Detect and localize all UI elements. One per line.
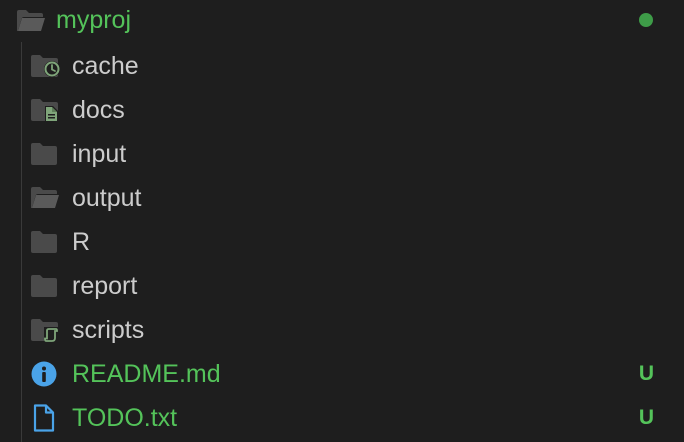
folder-open-icon: [16, 8, 46, 34]
folder-clock-icon: [30, 53, 60, 79]
folder-docs-icon: [30, 97, 60, 123]
tree-item-label: output: [72, 184, 142, 212]
tree-item-output[interactable]: output: [0, 176, 684, 220]
tree-item-label: report: [72, 272, 138, 300]
tree-item-readme[interactable]: README.md U: [0, 352, 684, 396]
folder-icon: [30, 141, 60, 167]
folder-open-icon: [30, 185, 60, 211]
tree-root-myproj[interactable]: myproj: [0, 0, 684, 42]
folder-icon: [30, 229, 60, 255]
tree-item-input[interactable]: input: [0, 132, 684, 176]
tree-item-label: R: [72, 228, 91, 256]
tree-item-scripts[interactable]: scripts: [0, 308, 684, 352]
folder-icon: [30, 273, 60, 299]
tree-item-cache[interactable]: cache: [0, 44, 684, 88]
info-icon: [31, 361, 61, 387]
modified-dot-icon: [639, 13, 653, 27]
tree-item-report[interactable]: report: [0, 264, 684, 308]
tree-item-label: TODO.txt: [72, 404, 178, 432]
file-explorer-tree: myproj cache docs input output R report …: [0, 0, 684, 442]
tree-item-label: cache: [72, 52, 139, 80]
tree-root-label: myproj: [56, 6, 132, 34]
git-untracked-badge: U: [638, 406, 654, 429]
tree-item-label: README.md: [72, 360, 221, 388]
tree-item-label: docs: [72, 96, 125, 124]
git-untracked-badge: U: [638, 362, 654, 385]
file-icon: [32, 404, 62, 432]
folder-scripts-icon: [30, 317, 60, 343]
tree-item-todo[interactable]: TODO.txt U: [0, 396, 684, 440]
tree-item-label: input: [72, 140, 127, 168]
tree-item-label: scripts: [72, 316, 145, 344]
tree-item-r[interactable]: R: [0, 220, 684, 264]
tree-item-docs[interactable]: docs: [0, 88, 684, 132]
